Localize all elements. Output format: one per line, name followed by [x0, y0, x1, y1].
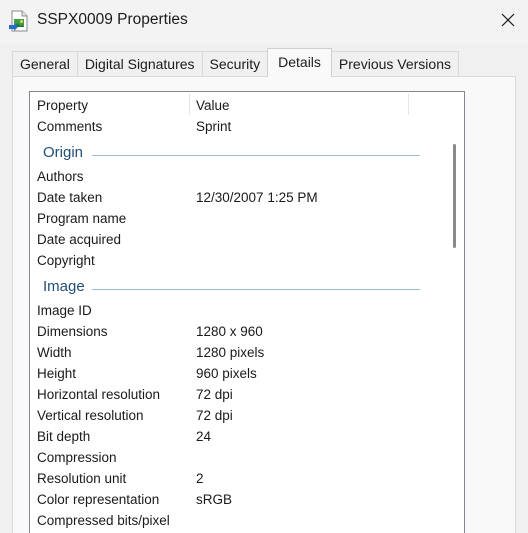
list-item[interactable]: Compression	[30, 448, 440, 469]
close-button[interactable]	[488, 0, 528, 40]
list-item[interactable]: Resolution unit 2	[30, 469, 440, 490]
property-name: Vertical resolution	[37, 408, 144, 423]
tab-security[interactable]: Security	[201, 51, 269, 76]
property-name: Copyright	[37, 253, 95, 268]
group-title: Image	[43, 278, 85, 295]
property-name: Compressed bits/pixel	[37, 513, 170, 528]
group-divider	[92, 289, 420, 290]
close-icon	[501, 13, 515, 27]
vertical-scrollbar[interactable]	[444, 116, 464, 533]
list-item[interactable]: Bit depth 24	[30, 427, 440, 448]
property-value: 2	[196, 471, 204, 486]
window-title: SSPX0009 Properties	[37, 11, 188, 28]
list-item[interactable]: Authors	[30, 167, 440, 188]
tab-details[interactable]: Details	[267, 48, 332, 77]
property-name: Authors	[37, 169, 84, 184]
property-name: Compression	[37, 450, 117, 465]
list-item[interactable]: Color representation sRGB	[30, 490, 440, 511]
property-value: 24	[196, 429, 212, 444]
list-header: Property Value	[30, 92, 464, 116]
property-value: sRGB	[196, 492, 233, 507]
property-name: Dimensions	[37, 324, 108, 339]
group-header-origin: Origin	[30, 142, 440, 168]
property-name: Horizontal resolution	[37, 387, 161, 402]
column-header-property[interactable]: Property	[37, 98, 88, 113]
tab-strip: General Digital Signatures Security Deta…	[12, 48, 459, 77]
property-name: Bit depth	[37, 429, 91, 444]
title-bar: SSPX0009 Properties	[0, 0, 528, 44]
property-name: Height	[37, 366, 77, 381]
list-item[interactable]: Program name	[30, 209, 440, 230]
list-item[interactable]: Horizontal resolution 72 dpi	[30, 385, 440, 406]
tab-digital-signatures[interactable]: Digital Signatures	[76, 51, 203, 76]
tab-general[interactable]: General	[12, 51, 78, 76]
list-item[interactable]: Vertical resolution 72 dpi	[30, 406, 440, 427]
scrollbar-thumb[interactable]	[453, 144, 456, 248]
tab-previous-versions[interactable]: Previous Versions	[330, 51, 459, 76]
property-name: Image ID	[37, 303, 92, 318]
property-value: 72 dpi	[196, 408, 233, 423]
list-item[interactable]: Copyright	[30, 251, 440, 272]
property-value: 72 dpi	[196, 387, 233, 402]
list-item[interactable]: Dimensions 1280 x 960	[30, 322, 440, 343]
property-value: Sprint	[196, 119, 232, 134]
details-panel: Property Value Comments Sprint Origin Au…	[12, 76, 516, 533]
image-file-icon	[9, 10, 28, 32]
column-header-value[interactable]: Value	[196, 98, 230, 113]
property-value: 1280 pixels	[196, 345, 265, 360]
list-item[interactable]: Comments Sprint	[30, 117, 440, 138]
group-header-image: Image	[30, 276, 440, 302]
property-name: Color representation	[37, 492, 160, 507]
property-name: Resolution unit	[37, 471, 127, 486]
property-value: 12/30/2007 1:25 PM	[196, 190, 318, 205]
list-item[interactable]: Date acquired	[30, 230, 440, 251]
property-name: Date acquired	[37, 232, 122, 247]
property-value: 960 pixels	[196, 366, 257, 381]
list-item[interactable]: Height 960 pixels	[30, 364, 440, 385]
property-name: Comments	[37, 119, 103, 134]
property-value: 1280 x 960	[196, 324, 263, 339]
property-name: Width	[37, 345, 72, 360]
list-item[interactable]: Width 1280 pixels	[30, 343, 440, 364]
property-list[interactable]: Property Value Comments Sprint Origin Au…	[29, 91, 465, 533]
property-name: Date taken	[37, 190, 103, 205]
group-title: Origin	[43, 144, 84, 161]
list-item[interactable]: Date taken 12/30/2007 1:25 PM	[30, 188, 440, 209]
property-name: Program name	[37, 211, 127, 226]
list-item[interactable]: Compressed bits/pixel	[30, 511, 440, 532]
list-item[interactable]: Image ID	[30, 301, 440, 322]
group-divider	[92, 155, 420, 156]
column-divider[interactable]	[189, 94, 190, 115]
column-divider[interactable]	[408, 94, 409, 115]
